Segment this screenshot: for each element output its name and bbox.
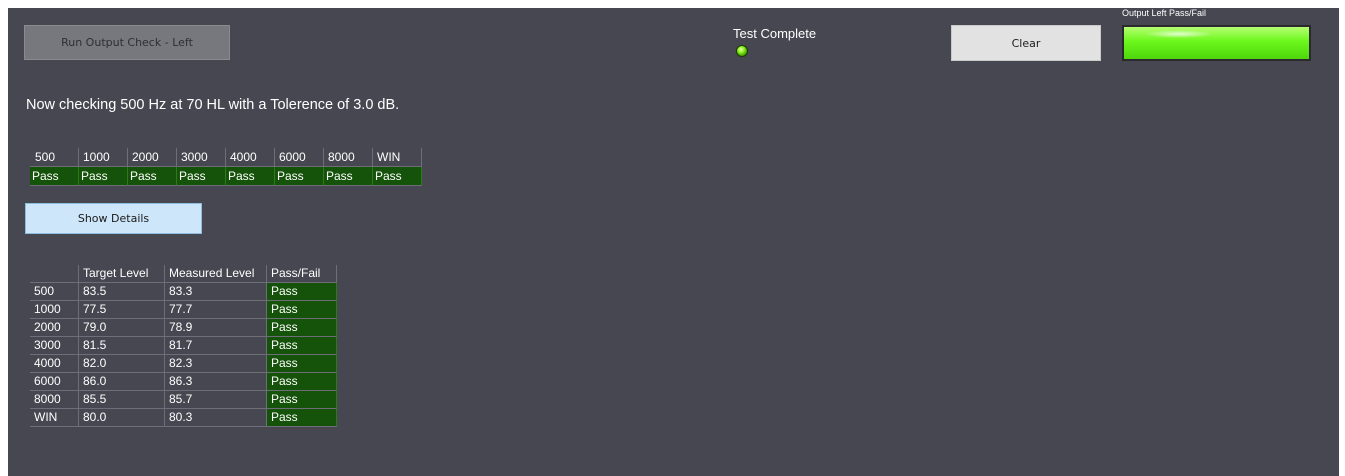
summary-header-cell: 500: [30, 148, 79, 167]
summary-result-cell: Pass: [79, 167, 128, 186]
pass-fail-label: Output Left Pass/Fail: [1122, 8, 1207, 18]
details-target-cell: 83.5: [79, 283, 165, 301]
details-measured-cell: 83.3: [165, 283, 267, 301]
details-result-cell: Pass: [267, 301, 337, 319]
details-header-cell: Measured Level: [165, 265, 267, 283]
details-result-cell: Pass: [267, 319, 337, 337]
details-freq-cell: 8000: [30, 391, 79, 409]
details-result-cell: Pass: [267, 409, 337, 427]
details-row: WIN 80.0 80.3 Pass: [30, 409, 337, 427]
clear-button[interactable]: Clear: [951, 25, 1101, 61]
summary-result-cell: Pass: [128, 167, 177, 186]
test-complete-label: Test Complete: [733, 26, 817, 41]
details-result-cell: Pass: [267, 391, 337, 409]
details-measured-cell: 81.7: [165, 337, 267, 355]
details-measured-cell: 82.3: [165, 355, 267, 373]
details-target-cell: 80.0: [79, 409, 165, 427]
summary-header-cell: WIN: [373, 148, 422, 167]
pass-fail-indicator: [1122, 25, 1311, 61]
summary-header-row: 500 1000 2000 3000 4000 6000 8000 WIN: [30, 148, 423, 167]
details-freq-cell: 500: [30, 283, 79, 301]
details-freq-cell: 6000: [30, 373, 79, 391]
details-header-cell: Target Level: [79, 265, 165, 283]
summary-result-cell: Pass: [177, 167, 226, 186]
details-freq-cell: 1000: [30, 301, 79, 319]
details-row: 6000 86.0 86.3 Pass: [30, 373, 337, 391]
summary-result-cell: Pass: [324, 167, 373, 186]
summary-result-cell: Pass: [373, 167, 422, 186]
details-target-cell: 81.5: [79, 337, 165, 355]
summary-table: 500 1000 2000 3000 4000 6000 8000 WIN Pa…: [30, 148, 423, 186]
details-target-cell: 86.0: [79, 373, 165, 391]
details-result-cell: Pass: [267, 355, 337, 373]
summary-header-cell: 3000: [177, 148, 226, 167]
details-measured-cell: 78.9: [165, 319, 267, 337]
details-target-cell: 85.5: [79, 391, 165, 409]
run-output-check-button[interactable]: Run Output Check - Left: [24, 25, 230, 60]
test-complete-led-icon: [736, 45, 748, 57]
details-row: 8000 85.5 85.7 Pass: [30, 391, 337, 409]
summary-header-cell: 4000: [226, 148, 275, 167]
summary-header-cell: 6000: [275, 148, 324, 167]
show-details-button[interactable]: Show Details: [25, 203, 202, 234]
details-target-cell: 77.5: [79, 301, 165, 319]
details-measured-cell: 80.3: [165, 409, 267, 427]
details-measured-cell: 85.7: [165, 391, 267, 409]
details-measured-cell: 77.7: [165, 301, 267, 319]
details-result-cell: Pass: [267, 283, 337, 301]
details-header-cell: Pass/Fail: [267, 265, 337, 283]
status-message: Now checking 500 Hz at 70 HL with a Tole…: [26, 97, 400, 113]
summary-result-cell: Pass: [275, 167, 324, 186]
summary-header-cell: 8000: [324, 148, 373, 167]
details-freq-cell: 2000: [30, 319, 79, 337]
details-freq-cell: 4000: [30, 355, 79, 373]
details-target-cell: 79.0: [79, 319, 165, 337]
details-header-row: Target Level Measured Level Pass/Fail: [30, 265, 337, 283]
details-freq-cell: WIN: [30, 409, 79, 427]
summary-result-cell: Pass: [30, 167, 79, 186]
details-row: 3000 81.5 81.7 Pass: [30, 337, 337, 355]
details-freq-cell: 3000: [30, 337, 79, 355]
summary-header-cell: 1000: [79, 148, 128, 167]
details-result-cell: Pass: [267, 373, 337, 391]
details-result-cell: Pass: [267, 337, 337, 355]
details-row: 2000 79.0 78.9 Pass: [30, 319, 337, 337]
details-target-cell: 82.0: [79, 355, 165, 373]
details-row: 4000 82.0 82.3 Pass: [30, 355, 337, 373]
details-row: 500 83.5 83.3 Pass: [30, 283, 337, 301]
details-header-cell: [30, 265, 79, 283]
details-row: 1000 77.5 77.7 Pass: [30, 301, 337, 319]
details-table: Target Level Measured Level Pass/Fail 50…: [30, 265, 337, 427]
details-measured-cell: 86.3: [165, 373, 267, 391]
summary-result-row: Pass Pass Pass Pass Pass Pass Pass Pass: [30, 167, 423, 186]
summary-result-cell: Pass: [226, 167, 275, 186]
summary-header-cell: 2000: [128, 148, 177, 167]
